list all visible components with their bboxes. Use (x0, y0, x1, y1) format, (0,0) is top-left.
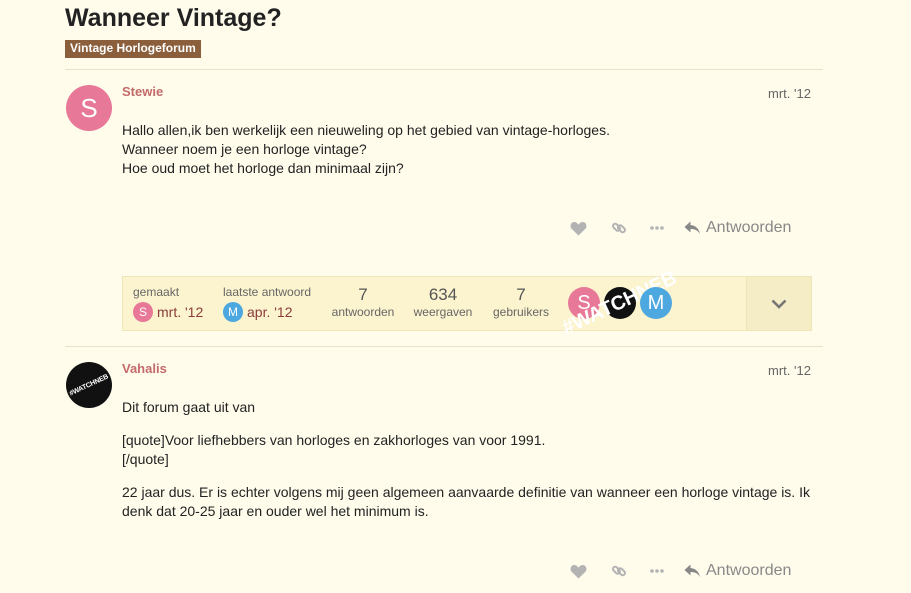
post-paragraph: 22 jaar dus. Er is echter volgens mij ge… (122, 484, 810, 519)
post-date[interactable]: mrt. '12 (768, 86, 811, 101)
like-button[interactable] (560, 564, 596, 579)
reply-icon (684, 221, 700, 234)
topic-title: Wanneer Vintage? (65, 4, 282, 32)
link-icon (611, 565, 626, 577)
divider (65, 69, 823, 70)
created-label: gemaakt (133, 285, 180, 299)
reply-button[interactable]: Antwoorden (684, 562, 791, 580)
post-author[interactable]: Vahalis (122, 361, 167, 376)
share-link-button[interactable] (596, 563, 642, 579)
ellipsis-icon (650, 226, 664, 230)
link-icon (611, 222, 626, 234)
post-body: Hallo allen,ik ben werkelijk een nieuwel… (122, 121, 812, 178)
avatar-letter: S (80, 92, 98, 123)
created-date: mrt. '12 (157, 304, 204, 320)
reply-label: Antwoorden (706, 219, 792, 236)
post-body: Dit forum gaat uit van [quote]Voor liefh… (122, 398, 812, 521)
last-reply-date: apr. '12 (247, 304, 293, 320)
post-line: Hoe oud moet het horloge dan minimaal zi… (122, 160, 404, 176)
avatar[interactable]: #WATCHNEB (66, 362, 112, 408)
post-author[interactable]: Stewie (122, 84, 163, 99)
post-paragraph: Dit forum gaat uit van (122, 399, 256, 415)
expand-summary-button[interactable] (746, 277, 811, 330)
post-line: Wanneer noem je een horloge vintage? (122, 141, 367, 157)
ellipsis-icon (650, 569, 664, 573)
avatar[interactable]: S (66, 85, 112, 131)
heart-icon (570, 221, 586, 235)
chevron-down-icon (771, 299, 787, 309)
reply-label: Antwoorden (706, 562, 792, 579)
avatar-letter: M (228, 305, 238, 319)
users-count: 7 (516, 285, 526, 304)
post-actions: Antwoorden (560, 559, 791, 583)
avatar-letter: S (138, 305, 147, 319)
users-stat: 7 gebruikers (489, 285, 553, 319)
views-label: weergaven (413, 305, 473, 319)
divider (65, 346, 823, 347)
participant-avatar[interactable]: #WATCHNEB (559, 267, 680, 339)
avatar: S (133, 302, 153, 322)
post-actions: Antwoorden (560, 216, 791, 240)
post-date[interactable]: mrt. '12 (768, 363, 811, 378)
more-options-button[interactable] (642, 569, 672, 573)
like-button[interactable] (560, 221, 596, 236)
category-badge[interactable]: Vintage Horlogeforum (65, 40, 201, 58)
views-stat: 634 weergaven (411, 285, 475, 319)
share-link-button[interactable] (596, 220, 642, 236)
replies-label: antwoorden (331, 305, 395, 319)
views-count: 634 (428, 285, 458, 304)
post-paragraph: [/quote] (122, 451, 169, 467)
replies-stat: 7 antwoorden (331, 285, 395, 319)
users-label: gebruikers (492, 305, 550, 319)
participant-avatar[interactable]: M (640, 287, 672, 319)
avatar-text: #WATCHNEB (68, 372, 110, 398)
created-info[interactable]: gemaakt S mrt. '12 (133, 285, 203, 322)
avatar: M (223, 302, 243, 322)
post-paragraph: [quote]Voor liefhebbers van horloges en … (122, 432, 546, 448)
replies-count: 7 (358, 285, 368, 304)
avatar-letter: M (647, 291, 665, 314)
post-line: Hallo allen,ik ben werkelijk een nieuwel… (122, 122, 610, 138)
reply-icon (684, 564, 700, 577)
last-reply-info[interactable]: laatste antwoord M apr. '12 (223, 285, 311, 322)
reply-button[interactable]: Antwoorden (684, 219, 791, 237)
last-reply-label: laatste antwoord (223, 285, 312, 299)
topic-summary: gemaakt S mrt. '12 laatste antwoord M ap… (122, 267, 812, 339)
heart-icon (570, 564, 586, 578)
more-options-button[interactable] (642, 226, 672, 230)
